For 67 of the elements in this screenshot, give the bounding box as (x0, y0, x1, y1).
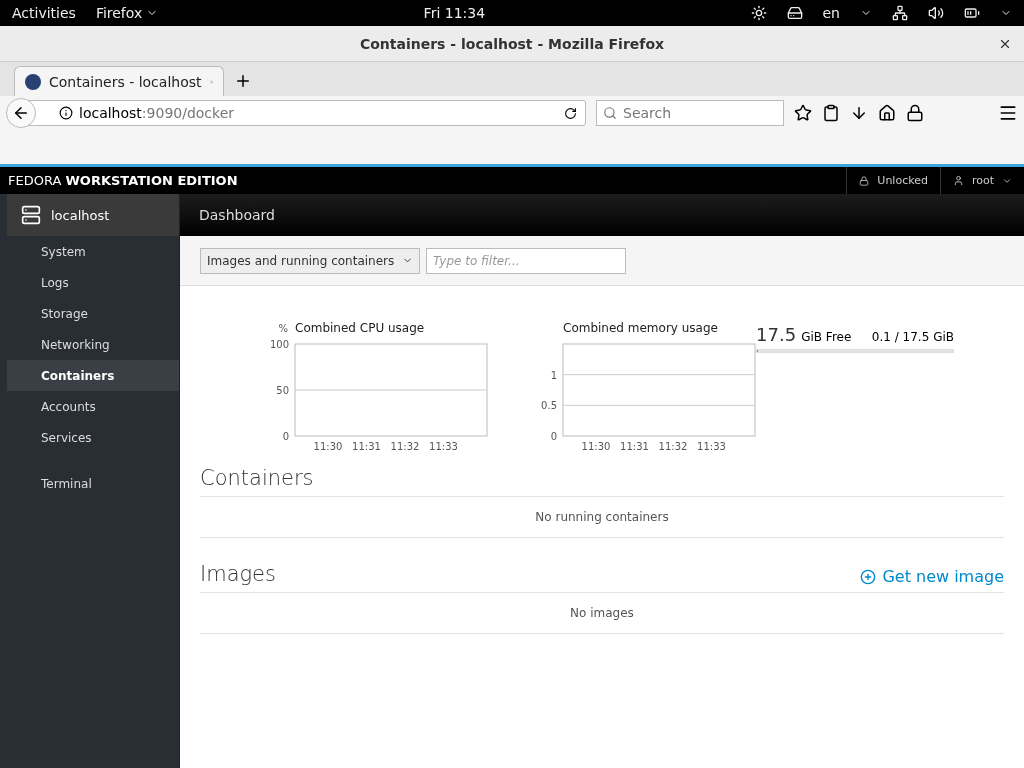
unit-label: % (278, 323, 288, 334)
favicon-icon (25, 73, 41, 90)
y-tick-label: 1 (550, 369, 557, 381)
activities-button[interactable]: Activities (12, 5, 76, 21)
battery-icon[interactable] (964, 5, 980, 21)
network-icon[interactable] (892, 5, 908, 21)
sidebar-item[interactable]: Terminal (7, 468, 179, 499)
x-tick-label: 11:30 (581, 441, 611, 452)
server-icon (21, 205, 41, 225)
y-tick-label: 0.5 (541, 400, 557, 412)
breadcrumb: Dashboard (199, 207, 275, 223)
volume-icon[interactable] (928, 5, 944, 21)
y-tick-label: 0 (282, 431, 289, 442)
app-menu[interactable]: Firefox (95, 5, 143, 21)
plus-circle-icon (860, 568, 877, 585)
chart-title: Combined memory usage (563, 321, 718, 335)
get-new-image-link[interactable]: Get new image (860, 567, 1004, 586)
browser-tab[interactable]: Containers - localhost (14, 66, 224, 96)
search-field[interactable]: Search (596, 100, 784, 126)
bookmark-icon[interactable] (794, 104, 812, 122)
x-tick-label: 11:32 (658, 441, 688, 452)
y-tick-label: 50 (276, 385, 289, 396)
sidebar-item[interactable]: Storage (7, 298, 179, 329)
sidebar-item[interactable]: Networking (7, 329, 179, 360)
empty-message: No running containers (200, 497, 1004, 538)
y-tick-label: 100 (269, 339, 289, 350)
x-tick-label: 11:33 (429, 441, 458, 452)
lock-icon (859, 175, 870, 186)
y-tick-label: 0 (550, 431, 557, 442)
host-item[interactable]: localhost (7, 194, 179, 236)
info-icon (59, 106, 73, 120)
search-icon (603, 106, 617, 120)
brand-logo: FEDORA WORKSTATION EDITION (8, 173, 239, 188)
sidebar-item[interactable]: Services (7, 422, 179, 453)
download-icon[interactable] (850, 104, 868, 122)
filter-dropdown[interactable]: Images and running containers (200, 247, 420, 274)
memory-free-value: 17.5 (756, 324, 797, 345)
drive-icon[interactable] (786, 5, 803, 21)
language-indicator[interactable]: en (822, 5, 840, 21)
menu-icon[interactable] (998, 103, 1018, 123)
sidebar-item[interactable]: Accounts (7, 391, 179, 422)
address-bar[interactable]: localhost:9090/docker (28, 100, 586, 126)
memory-usage-text: 0.1 / 17.5 GiB (871, 330, 954, 344)
user-icon (952, 175, 964, 186)
x-tick-label: 11:32 (390, 441, 420, 452)
x-tick-label: 11:31 (620, 441, 649, 452)
x-tick-label: 11:30 (313, 441, 343, 452)
section-title: Images (200, 562, 276, 586)
filter-input[interactable]: Type to filter... (426, 247, 626, 274)
brightness-icon[interactable] (750, 5, 767, 21)
clipboard-icon[interactable] (822, 104, 840, 122)
chart-title: Combined CPU usage (295, 321, 425, 335)
window-title: Containers - localhost - Mozilla Firefox (359, 35, 665, 52)
new-tab-icon[interactable] (234, 72, 252, 90)
clock[interactable]: Fri 11:34 (423, 5, 486, 21)
sidebar-item[interactable]: Logs (7, 267, 179, 298)
memory-free-unit: GiB Free (801, 330, 852, 344)
x-tick-label: 11:33 (697, 441, 726, 452)
search-placeholder: Search (623, 105, 672, 121)
sidebar-item[interactable]: System (7, 236, 179, 267)
x-tick-label: 11:31 (352, 441, 381, 452)
reload-icon[interactable] (564, 106, 577, 120)
home-icon[interactable] (878, 104, 896, 122)
back-button[interactable] (6, 98, 36, 128)
empty-message: No images (200, 593, 1004, 634)
sidebar-item[interactable]: Containers (7, 360, 179, 391)
section-title: Containers (200, 466, 314, 490)
